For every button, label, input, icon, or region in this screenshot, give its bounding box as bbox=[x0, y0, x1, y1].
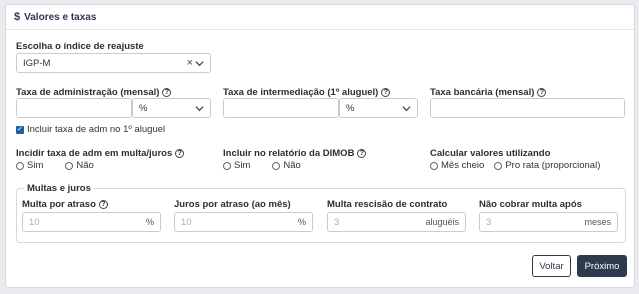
juros-atraso-input[interactable]: 10 % bbox=[174, 212, 313, 232]
intermediacao-label: Taxa de intermediação (1º aluguel)? bbox=[223, 87, 391, 98]
nao-cobrar-placeholder: 3 bbox=[486, 216, 492, 228]
help-icon[interactable]: ? bbox=[537, 88, 547, 97]
next-button[interactable]: Próximo bbox=[577, 255, 627, 277]
dimob-radio-group: Sim Não bbox=[223, 160, 301, 171]
card-title: Valores e taxas bbox=[24, 11, 97, 23]
alugueis-suffix: aluguéis bbox=[425, 217, 459, 227]
radio-pro-rata[interactable]: Pro rata (proporcional) bbox=[494, 160, 600, 171]
multa-rescisao-input[interactable]: 3 aluguéis bbox=[327, 212, 466, 232]
multa-atraso-placeholder: 10 bbox=[29, 216, 40, 228]
nao-cobrar-input[interactable]: 3 meses bbox=[479, 212, 618, 232]
incluir-adm-label: Incluir taxa de adm no 1º aluguel bbox=[27, 124, 166, 135]
adm-unit-value: % bbox=[139, 102, 148, 114]
radio-circle bbox=[223, 161, 231, 170]
radio-label: Mês cheio bbox=[441, 160, 485, 171]
incidir-label: Incidir taxa de adm em multa/juros? bbox=[16, 148, 185, 159]
radio-circle bbox=[16, 161, 24, 170]
valores-taxas-card: $ Valores e taxas Escolha o índice de re… bbox=[5, 4, 635, 288]
calcular-label: Calcular valores utilizando bbox=[430, 148, 551, 159]
multa-rescisao-placeholder: 3 bbox=[334, 216, 340, 228]
radio-mes-cheio[interactable]: Mês cheio bbox=[430, 160, 484, 171]
juros-atraso-label: Juros por atraso (ao mês) bbox=[174, 199, 291, 210]
multa-atraso-input[interactable]: 10 % bbox=[22, 212, 161, 232]
meses-suffix: meses bbox=[584, 217, 611, 227]
help-icon[interactable]: ? bbox=[175, 149, 185, 158]
radio-label: Não bbox=[76, 160, 94, 171]
juros-atraso-placeholder: 10 bbox=[181, 216, 192, 228]
reajuste-select[interactable]: IGP-M × bbox=[16, 53, 211, 73]
radio-nao[interactable]: Não bbox=[272, 160, 301, 171]
radio-sim[interactable]: Sim bbox=[16, 160, 43, 171]
chevron-down-icon bbox=[195, 106, 204, 112]
radio-label: Sim bbox=[27, 160, 44, 171]
adm-input[interactable] bbox=[16, 98, 132, 118]
multas-legend: Multas e juros bbox=[24, 183, 94, 194]
dollar-icon: $ bbox=[14, 11, 21, 23]
reajuste-label: Escolha o índice de reajuste bbox=[16, 41, 144, 52]
radio-nao[interactable]: Não bbox=[65, 160, 94, 171]
calcular-radio-group: Mês cheio Pro rata (proporcional) bbox=[430, 160, 600, 171]
intermediacao-unit-select[interactable]: % bbox=[339, 98, 418, 118]
reajuste-value: IGP-M bbox=[23, 57, 51, 69]
radio-label: Pro rata (proporcional) bbox=[505, 160, 601, 171]
help-icon[interactable]: ? bbox=[162, 88, 172, 97]
percent-suffix: % bbox=[297, 217, 306, 227]
radio-circle bbox=[272, 161, 281, 170]
adm-label: Taxa de administração (mensal)? bbox=[16, 87, 172, 98]
radio-circle bbox=[65, 161, 74, 170]
chevron-down-icon bbox=[195, 61, 204, 67]
nao-cobrar-label: Não cobrar multa após bbox=[479, 199, 582, 210]
help-icon[interactable]: ? bbox=[357, 149, 367, 158]
help-icon[interactable]: ? bbox=[98, 200, 108, 209]
intermediacao-unit-value: % bbox=[346, 102, 355, 114]
card-header: $ Valores e taxas bbox=[6, 5, 634, 30]
help-icon[interactable]: ? bbox=[381, 88, 391, 97]
radio-label: Sim bbox=[234, 160, 251, 171]
back-button[interactable]: Voltar bbox=[532, 255, 571, 277]
adm-unit-select[interactable]: % bbox=[132, 98, 211, 118]
chevron-down-icon bbox=[402, 106, 411, 112]
multa-atraso-label: Multa por atraso? bbox=[22, 199, 108, 210]
incidir-radio-group: Sim Não bbox=[16, 160, 94, 171]
radio-label: Não bbox=[283, 160, 301, 171]
dimob-label: Incluir no relatório da DIMOB? bbox=[223, 148, 367, 159]
radio-circle bbox=[430, 161, 438, 170]
percent-suffix: % bbox=[145, 217, 154, 227]
checkmark-icon: ✓ bbox=[16, 125, 24, 134]
multa-rescisao-label: Multa rescisão de contrato bbox=[327, 199, 448, 210]
bancaria-label: Taxa bancária (mensal)? bbox=[430, 87, 547, 98]
bancaria-input[interactable] bbox=[430, 98, 625, 118]
radio-circle bbox=[494, 161, 503, 170]
intermediacao-input[interactable] bbox=[223, 98, 339, 118]
radio-sim[interactable]: Sim bbox=[223, 160, 250, 171]
incluir-adm-checkbox[interactable]: ✓ Incluir taxa de adm no 1º aluguel bbox=[16, 124, 165, 135]
clear-icon[interactable]: × bbox=[187, 57, 193, 69]
